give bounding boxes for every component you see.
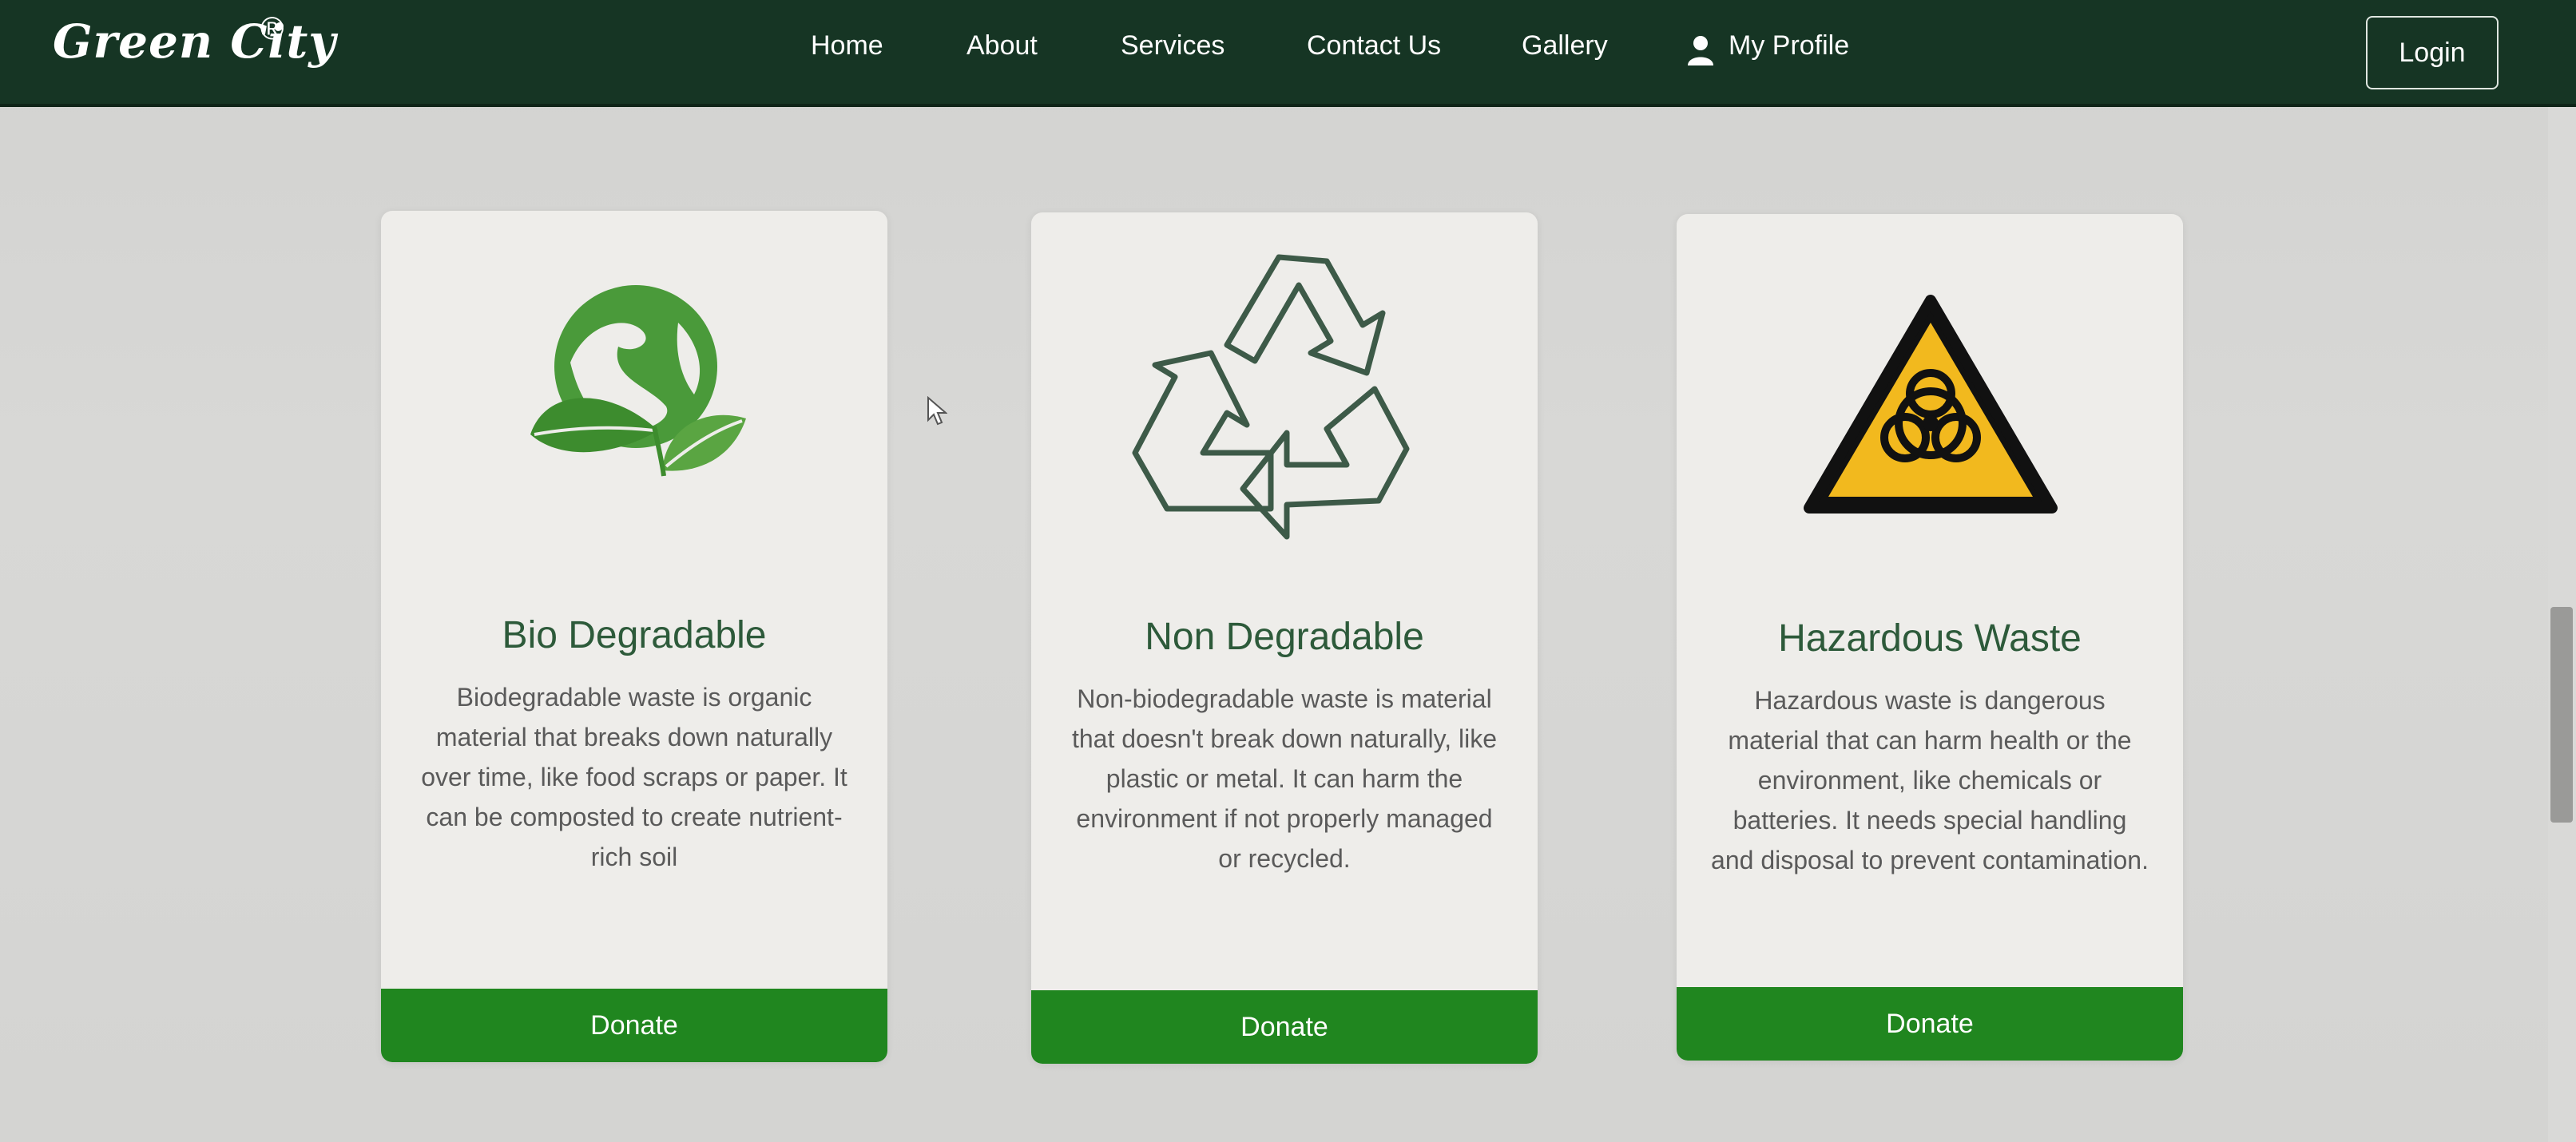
donate-button[interactable]: Donate bbox=[381, 989, 887, 1062]
nav-home[interactable]: Home bbox=[811, 30, 883, 61]
card-bio-degradable: Bio Degradable Biodegradable waste is or… bbox=[381, 211, 887, 1062]
nav-about[interactable]: About bbox=[966, 30, 1038, 61]
brand-logo[interactable]: Green City bbox=[53, 14, 336, 69]
nav-gallery[interactable]: Gallery bbox=[1522, 30, 1608, 61]
nav-services[interactable]: Services bbox=[1121, 30, 1224, 61]
registered-mark: ® bbox=[260, 11, 284, 46]
donate-button[interactable]: Donate bbox=[1677, 987, 2183, 1061]
card-hazardous-waste: Hazardous Waste Hazardous waste is dange… bbox=[1677, 214, 2183, 1061]
card-non-degradable: Non Degradable Non-biodegradable waste i… bbox=[1031, 212, 1538, 1064]
donate-button[interactable]: Donate bbox=[1031, 990, 1538, 1064]
mouse-cursor-icon bbox=[927, 396, 947, 426]
nav-contact-us[interactable]: Contact Us bbox=[1307, 30, 1441, 61]
card-description: Hazardous waste is dangerous material th… bbox=[1711, 686, 2149, 874]
biohazard-icon bbox=[1804, 295, 2058, 514]
recycle-icon bbox=[1132, 254, 1410, 540]
card-title: Bio Degradable bbox=[502, 614, 767, 656]
card-title: Non Degradable bbox=[1145, 616, 1424, 658]
nav-my-profile[interactable]: My Profile bbox=[1729, 30, 1849, 61]
user-icon[interactable] bbox=[1687, 35, 1714, 65]
scrollbar-thumb[interactable] bbox=[2550, 607, 2573, 823]
card-title: Hazardous Waste bbox=[1778, 617, 2082, 660]
card-description: Non-biodegradable waste is material that… bbox=[1071, 684, 1498, 873]
card-description: Biodegradable waste is organic material … bbox=[421, 683, 847, 871]
navbar: Green City ® Home About Services Contact… bbox=[0, 0, 2576, 107]
login-button[interactable]: Login bbox=[2366, 16, 2499, 89]
earth-leaves-icon bbox=[530, 285, 746, 477]
